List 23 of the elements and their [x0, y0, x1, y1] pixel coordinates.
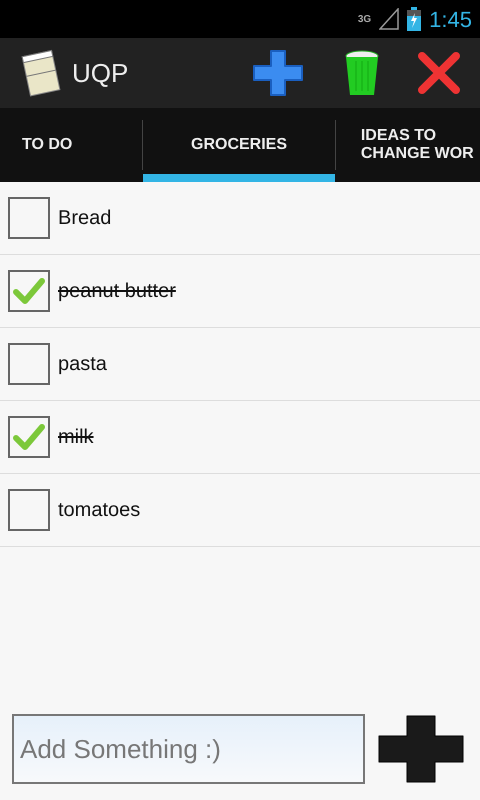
- checkbox[interactable]: [8, 197, 50, 239]
- item-text: milk: [58, 425, 94, 450]
- add-button[interactable]: [250, 47, 306, 99]
- tab[interactable]: TO DO: [0, 108, 142, 182]
- checkbox[interactable]: [8, 489, 50, 531]
- add-item-field[interactable]: Add Something :): [12, 714, 365, 784]
- tab[interactable]: IDEAS TO CHANGE WOR: [336, 108, 480, 182]
- trash-button[interactable]: [344, 49, 380, 97]
- item-text: Bread: [58, 206, 112, 231]
- item-text: peanut butter: [58, 279, 176, 304]
- app-title: UQP: [72, 56, 128, 90]
- tab[interactable]: GROCERIES: [143, 108, 335, 182]
- checkbox[interactable]: [8, 343, 50, 385]
- checkbox[interactable]: [8, 270, 50, 312]
- add-item-button[interactable]: [377, 714, 465, 784]
- battery-icon: [407, 7, 422, 31]
- close-button[interactable]: [418, 52, 460, 94]
- item-text: pasta: [58, 352, 107, 377]
- network-type: 3G: [358, 12, 372, 26]
- checkbox[interactable]: [8, 416, 50, 458]
- signal-icon: [379, 8, 400, 30]
- item-text: tomatoes: [58, 498, 140, 523]
- clock: 1:45: [429, 6, 472, 34]
